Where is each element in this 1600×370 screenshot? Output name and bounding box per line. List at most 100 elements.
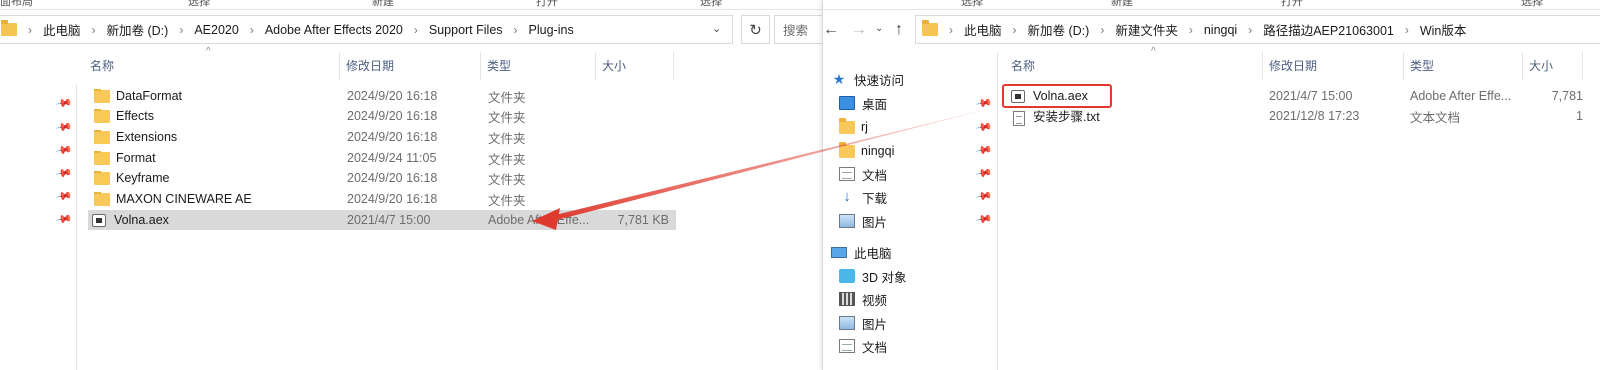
ribbon-label[interactable]: 面布局 [0, 0, 33, 9]
document-icon [839, 339, 855, 353]
file-row[interactable]: Format 2024/9/24 11:05 文件夹 [88, 148, 676, 168]
chevron-down-icon[interactable]: ⌄ [712, 22, 721, 35]
ribbon-label[interactable]: 新建 [1111, 0, 1133, 9]
nav-item-this-pc[interactable]: 此电脑 [831, 241, 892, 263]
folder-icon [839, 141, 855, 158]
download-icon: ↓ [843, 188, 851, 205]
nav-item-rj[interactable]: rj [839, 116, 868, 138]
nav-item-label: 下载 [862, 191, 888, 206]
nav-item-label: 文档 [862, 340, 888, 355]
nav-item-videos[interactable]: 视频 [839, 288, 887, 310]
ribbon-label[interactable]: 选择 [700, 0, 722, 9]
file-type: 文件夹 [488, 110, 526, 125]
file-date: 2024/9/24 11:05 [347, 151, 437, 165]
nav-item-label: 图片 [862, 317, 888, 332]
chevron-down-icon[interactable]: ⌄ [875, 23, 883, 34]
back-arrow-icon[interactable]: ← [823, 21, 839, 39]
ribbon-strip: 面布局 选择 新建 打开 选择 [0, 0, 822, 10]
file-date: 2024/9/20 16:18 [347, 109, 438, 123]
nav-item-desktop[interactable]: 桌面 [839, 92, 887, 114]
pin-icon: 📌 [54, 165, 73, 183]
file-name: Volna.aex [114, 212, 169, 227]
file-row[interactable]: Effects 2024/9/20 16:18 文件夹 [88, 106, 676, 126]
column-header-date[interactable]: 修改日期 [1263, 52, 1404, 80]
ribbon-label[interactable]: 打开 [536, 0, 558, 9]
file-row-selected[interactable]: Volna.aex 2021/4/7 15:00 Adobe After Eff… [88, 210, 676, 230]
file-type: Adobe After Effe... [1410, 89, 1512, 103]
nav-item-downloads[interactable]: ↓ 下载 [839, 186, 887, 208]
file-row[interactable]: MAXON CINEWARE AE 2024/9/20 16:18 文件夹 [88, 189, 676, 209]
breadcrumb-item[interactable]: 此电脑 [43, 20, 81, 39]
chevron-right-icon: › [1248, 22, 1253, 37]
nav-item-pictures[interactable]: 图片 [839, 312, 887, 334]
breadcrumb-item[interactable]: Adobe After Effects 2020 [265, 23, 403, 37]
ribbon-strip: 选择 新建 打开 选择 [823, 0, 1600, 10]
breadcrumb-item[interactable]: Win版本 [1420, 20, 1467, 39]
column-header-size[interactable]: 大小 [1523, 52, 1583, 80]
breadcrumb-item[interactable]: AE2020 [194, 23, 238, 37]
column-header-row: 名称 修改日期 类型 大小 [84, 52, 674, 80]
breadcrumb-item[interactable]: Support Files [429, 23, 503, 37]
ribbon-label[interactable]: 选择 [961, 0, 983, 9]
pin-icon: 📌 [54, 188, 73, 206]
nav-item-documents[interactable]: 文档 [839, 163, 887, 185]
column-header-name[interactable]: 名称 [84, 52, 340, 80]
pin-icon: 📌 [974, 211, 993, 229]
breadcrumb-item[interactable]: Plug-ins [529, 23, 574, 37]
chevron-right-icon: › [1100, 22, 1105, 37]
plugin-file-icon [1011, 90, 1025, 104]
column-header-name[interactable]: 名称 [1005, 52, 1263, 80]
column-header-date[interactable]: 修改日期 [340, 52, 481, 80]
nav-item-3d-objects[interactable]: 3D 对象 [839, 265, 906, 287]
file-row[interactable]: Extensions 2024/9/20 16:18 文件夹 [88, 127, 676, 147]
breadcrumb-item[interactable]: 新加卷 (D:) [107, 20, 169, 39]
nav-item-label: rj [861, 120, 868, 134]
breadcrumb-item[interactable]: 新建文件夹 [1115, 20, 1178, 39]
file-name: Volna.aex [1033, 88, 1088, 103]
file-type: 文件夹 [488, 131, 526, 146]
refresh-button[interactable]: ↻ [741, 15, 770, 44]
file-row[interactable]: Volna.aex 2021/4/7 15:00 Adobe After Eff… [1005, 86, 1600, 106]
file-row[interactable]: DataFormat 2024/9/20 16:18 文件夹 [88, 86, 676, 106]
column-header-type[interactable]: 类型 [481, 52, 596, 80]
file-type: 文件夹 [488, 193, 526, 208]
refresh-icon: ↻ [749, 21, 762, 39]
search-input[interactable]: 搜索 [774, 15, 822, 44]
file-date: 2021/12/8 17:23 [1269, 109, 1360, 123]
chevron-right-icon: › [91, 22, 96, 37]
breadcrumb-item[interactable]: 新加卷 (D:) [1028, 20, 1090, 39]
forward-arrow-icon[interactable]: → [851, 21, 867, 39]
nav-item-quick-access[interactable]: ★ 快速访问 [831, 68, 904, 90]
column-header-row: 名称 修改日期 类型 大小 [1005, 52, 1583, 80]
breadcrumb-item[interactable]: 此电脑 [964, 20, 1002, 39]
nav-item-ningqi[interactable]: ningqi [839, 140, 894, 162]
file-size: 1 [1576, 109, 1583, 123]
ribbon-label[interactable]: 选择 [1521, 0, 1543, 9]
plugin-file-icon [92, 214, 106, 228]
pane-divider[interactable] [997, 52, 998, 370]
file-row[interactable]: 安装步骤.txt 2021/12/8 17:23 文本文档 1 [1005, 106, 1600, 126]
nav-item-label: 文档 [862, 168, 888, 183]
pin-icon: 📌 [974, 142, 993, 160]
ribbon-label[interactable]: 打开 [1281, 0, 1303, 9]
breadcrumb-item[interactable]: ningqi [1204, 23, 1237, 37]
column-header-size[interactable]: 大小 [596, 52, 674, 80]
up-arrow-icon[interactable]: ↑ [895, 21, 903, 39]
address-bar[interactable]: › 此电脑 › 新加卷 (D:) › AE2020 › Adobe After … [0, 15, 733, 44]
address-bar[interactable]: › 此电脑 › 新加卷 (D:) › 新建文件夹 › ningqi › 路径描边… [915, 15, 1600, 44]
ribbon-label[interactable]: 新建 [372, 0, 394, 9]
file-size: 7,781 [1551, 89, 1583, 103]
nav-item-documents[interactable]: 文档 [839, 335, 887, 357]
nav-item-label: 快速访问 [854, 73, 905, 88]
ribbon-label[interactable]: 选择 [188, 0, 210, 9]
chevron-right-icon: › [28, 22, 32, 37]
breadcrumb-item[interactable]: 路径描边AEP21063001 [1263, 20, 1394, 39]
file-name: Keyframe [116, 170, 170, 185]
file-name: 安装步骤.txt [1033, 110, 1100, 125]
nav-item-pictures[interactable]: 图片 [839, 210, 887, 232]
file-row[interactable]: Keyframe 2024/9/20 16:18 文件夹 [88, 168, 676, 188]
pin-icon: 📌 [974, 95, 993, 113]
star-icon: ★ [832, 71, 846, 87]
column-header-type[interactable]: 类型 [1404, 52, 1523, 80]
pin-icon: 📌 [974, 165, 993, 183]
